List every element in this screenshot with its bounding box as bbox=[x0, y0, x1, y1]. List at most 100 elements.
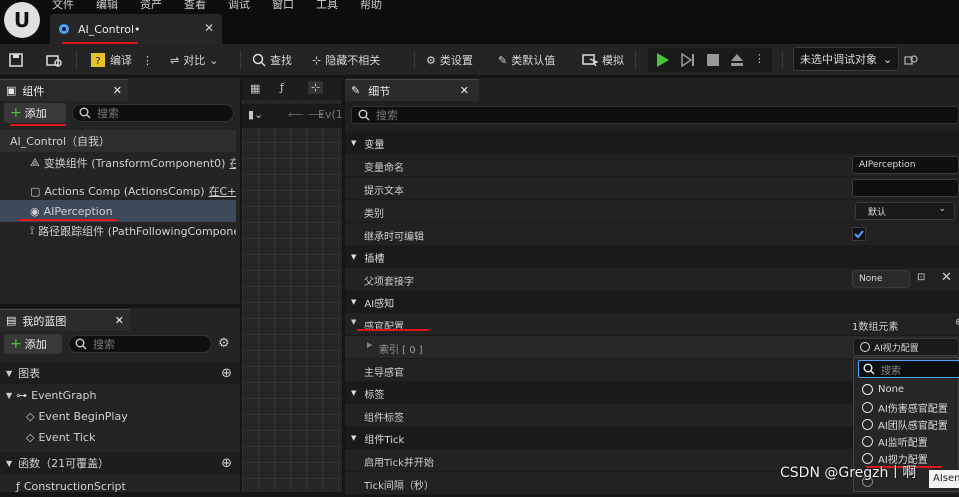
dropdown-item-none[interactable]: None bbox=[854, 381, 959, 398]
menu-debug[interactable]: 调试 bbox=[228, 0, 250, 12]
category-select[interactable]: 默认 ⌄ bbox=[855, 202, 955, 220]
parent-socket-field[interactable]: None bbox=[852, 270, 910, 288]
book-icon: ▤ bbox=[6, 314, 17, 327]
components-tab[interactable]: ▣ 组件 ✕ bbox=[0, 79, 128, 101]
function-icon: ƒ bbox=[16, 479, 20, 493]
blueprint-search-input[interactable]: 搜索 bbox=[68, 335, 212, 353]
browse-icon[interactable] bbox=[46, 44, 62, 76]
tree-row-transform[interactable]: ⟁ 变换组件 (TransformComponent0) 在C bbox=[0, 152, 236, 174]
dropdown-item-damage[interactable]: AI伤害感官配置 bbox=[854, 399, 959, 416]
components-search-input[interactable]: 搜索 bbox=[72, 104, 234, 122]
close-icon[interactable]: ✕ bbox=[113, 84, 122, 97]
sense-config-select[interactable]: AI视力配置 bbox=[853, 338, 959, 356]
play-icon[interactable] bbox=[656, 52, 670, 68]
tree-row-self[interactable]: AI_Control（自我） bbox=[0, 130, 236, 152]
close-icon[interactable]: ✕ bbox=[204, 21, 214, 35]
search-placeholder: 搜索 bbox=[881, 365, 901, 377]
transform-link[interactable]: 在C bbox=[229, 155, 236, 171]
menu-edit[interactable]: 编辑 bbox=[96, 0, 118, 12]
simulate-button[interactable]: 模拟 bbox=[582, 44, 624, 76]
gear-icon[interactable]: ⚙ bbox=[218, 336, 230, 351]
tooltip-input[interactable] bbox=[852, 179, 959, 197]
actions-comp-label: Actions Comp (ActionsComp) bbox=[44, 184, 205, 198]
clear-icon[interactable]: ✕ bbox=[941, 270, 952, 285]
back-arrow-icon[interactable]: ⟵ bbox=[288, 108, 304, 121]
more-icon[interactable]: ⋮ bbox=[754, 52, 765, 65]
var-name-label: 变量命名 bbox=[364, 163, 404, 174]
section-variable[interactable]: ▼ 变量 bbox=[345, 132, 959, 154]
unreal-logo-icon[interactable]: U bbox=[4, 2, 40, 38]
tick-label: Event Tick bbox=[38, 430, 96, 444]
add-component-button[interactable]: + 添加 bbox=[4, 103, 66, 123]
dropdown-item-team[interactable]: AI团队感官配置 bbox=[854, 416, 959, 433]
tooltip-text: AIsen bbox=[933, 473, 959, 484]
watermark-text: CSDN @Gregzh丨啊 bbox=[780, 465, 917, 481]
graphs-section[interactable]: ▼ 图表 ⊕ bbox=[0, 362, 240, 384]
section-tick-label: 组件Tick bbox=[364, 434, 405, 446]
class-defaults-button[interactable]: ✎ 类默认值 bbox=[498, 44, 555, 76]
graph-item-eventgraph[interactable]: ▼ ⊶ EventGraph bbox=[0, 384, 236, 406]
function-item-construction[interactable]: ƒ ConstructionScript bbox=[0, 475, 236, 497]
menu-help[interactable]: 帮助 bbox=[360, 0, 382, 12]
transform-icon: ⟁ bbox=[30, 156, 40, 169]
ai-config-icon bbox=[862, 402, 873, 413]
find-button[interactable]: 查找 bbox=[252, 44, 292, 76]
nodes-icon: ⊹ bbox=[312, 53, 322, 67]
add-blueprint-item-button[interactable]: + 添加 bbox=[4, 334, 62, 354]
close-icon[interactable]: ✕ bbox=[115, 314, 124, 327]
transform-label: 变换组件 (TransformComponent0) bbox=[43, 157, 226, 170]
inherit-edit-checkbox[interactable] bbox=[852, 227, 866, 241]
browse-socket-icon[interactable]: ⊡ bbox=[917, 272, 925, 283]
section-ai-perception[interactable]: ▼ AI感知 bbox=[345, 291, 959, 313]
eject-icon[interactable] bbox=[730, 52, 744, 68]
category-label: 类别 bbox=[364, 209, 384, 220]
compile-button[interactable]: ? 编译 ⋮ bbox=[90, 44, 153, 76]
function-tab[interactable]: ƒ bbox=[280, 81, 284, 94]
bookmark-icon[interactable]: ▮⌄ bbox=[248, 108, 263, 121]
details-search-input[interactable]: 搜索 bbox=[351, 106, 959, 124]
section-socket[interactable]: ▼ 插槽 bbox=[345, 246, 959, 268]
tree-row-path-following[interactable]: ⟟ 路径跟踪组件 (PathFollowingComponen bbox=[0, 220, 236, 242]
more-icon[interactable]: ⋮ bbox=[142, 54, 153, 67]
functions-section[interactable]: ▼ 函数（21可覆盖） ⊕ bbox=[0, 452, 240, 474]
class-settings-button[interactable]: ⚙ 类设置 bbox=[426, 44, 473, 76]
document-tab[interactable]: AI_Control• ✕ bbox=[50, 14, 222, 44]
save-icon[interactable] bbox=[9, 44, 23, 76]
graph-canvas[interactable] bbox=[242, 78, 342, 492]
add-circle-icon[interactable]: ⊕ bbox=[221, 456, 232, 471]
dropdown-item-hearing[interactable]: AI监听配置 bbox=[854, 433, 959, 450]
step-icon[interactable] bbox=[681, 52, 697, 68]
play-controls: ⋮ bbox=[648, 48, 772, 72]
tick-interval-label: Tick间隔（秒） bbox=[364, 481, 434, 492]
stop-icon[interactable] bbox=[706, 53, 720, 67]
graph-item-tick[interactable]: ◇ Event Tick bbox=[0, 426, 236, 448]
debug-target-select[interactable]: 未选中调试对象 ⌄ bbox=[793, 47, 899, 71]
grid-icon[interactable]: ▦ bbox=[250, 82, 260, 95]
tree-row-actions-comp[interactable]: ▢ Actions Comp (ActionsComp) 在C++中 bbox=[0, 180, 236, 202]
my-blueprint-tab[interactable]: ▤ 我的蓝图 ✕ bbox=[0, 309, 130, 331]
debug-filter-icon[interactable] bbox=[904, 44, 918, 76]
menu-asset[interactable]: 资产 bbox=[140, 0, 162, 12]
diff-button[interactable]: ⇌ 对比 ⌄ bbox=[170, 44, 218, 76]
hide-unrelated-button[interactable]: ⊹ 隐藏不相关 bbox=[312, 44, 380, 76]
parent-socket-label: 父项套接字 bbox=[364, 277, 414, 288]
menu-tools[interactable]: 工具 bbox=[316, 0, 338, 12]
actions-comp-link[interactable]: 在C++中 bbox=[209, 183, 236, 199]
close-icon[interactable]: ✕ bbox=[460, 84, 469, 97]
menu-file[interactable]: 文件 bbox=[52, 0, 74, 12]
chevron-down-icon: ⌄ bbox=[883, 52, 893, 66]
graph-item-beginplay[interactable]: ◇ Event BeginPlay bbox=[0, 405, 236, 427]
event-graph-tab-icon[interactable]: ⊹ bbox=[308, 81, 324, 94]
menu-view[interactable]: 查看 bbox=[184, 0, 206, 12]
dropdown-search-input[interactable]: 搜索 bbox=[858, 360, 959, 378]
var-name-input[interactable]: AIPerception bbox=[852, 156, 959, 174]
details-tab[interactable]: ✎ 细节 ✕ bbox=[345, 79, 479, 101]
add-circle-icon[interactable]: ⊕ bbox=[955, 317, 959, 328]
add-circle-icon[interactable]: ⊕ bbox=[221, 366, 232, 381]
menu-bar: U 文件 编辑 资产 查看 调试 窗口 工具 帮助 AI_Control• ✕ bbox=[0, 0, 959, 44]
chevron-right-icon[interactable]: ▶ bbox=[367, 341, 372, 349]
add-label: 添加 bbox=[24, 107, 47, 120]
menu-window[interactable]: 窗口 bbox=[272, 0, 294, 12]
row-inherit-edit: 继承时可编辑 bbox=[345, 223, 959, 246]
chevron-down-icon[interactable]: ▼ bbox=[351, 318, 356, 326]
